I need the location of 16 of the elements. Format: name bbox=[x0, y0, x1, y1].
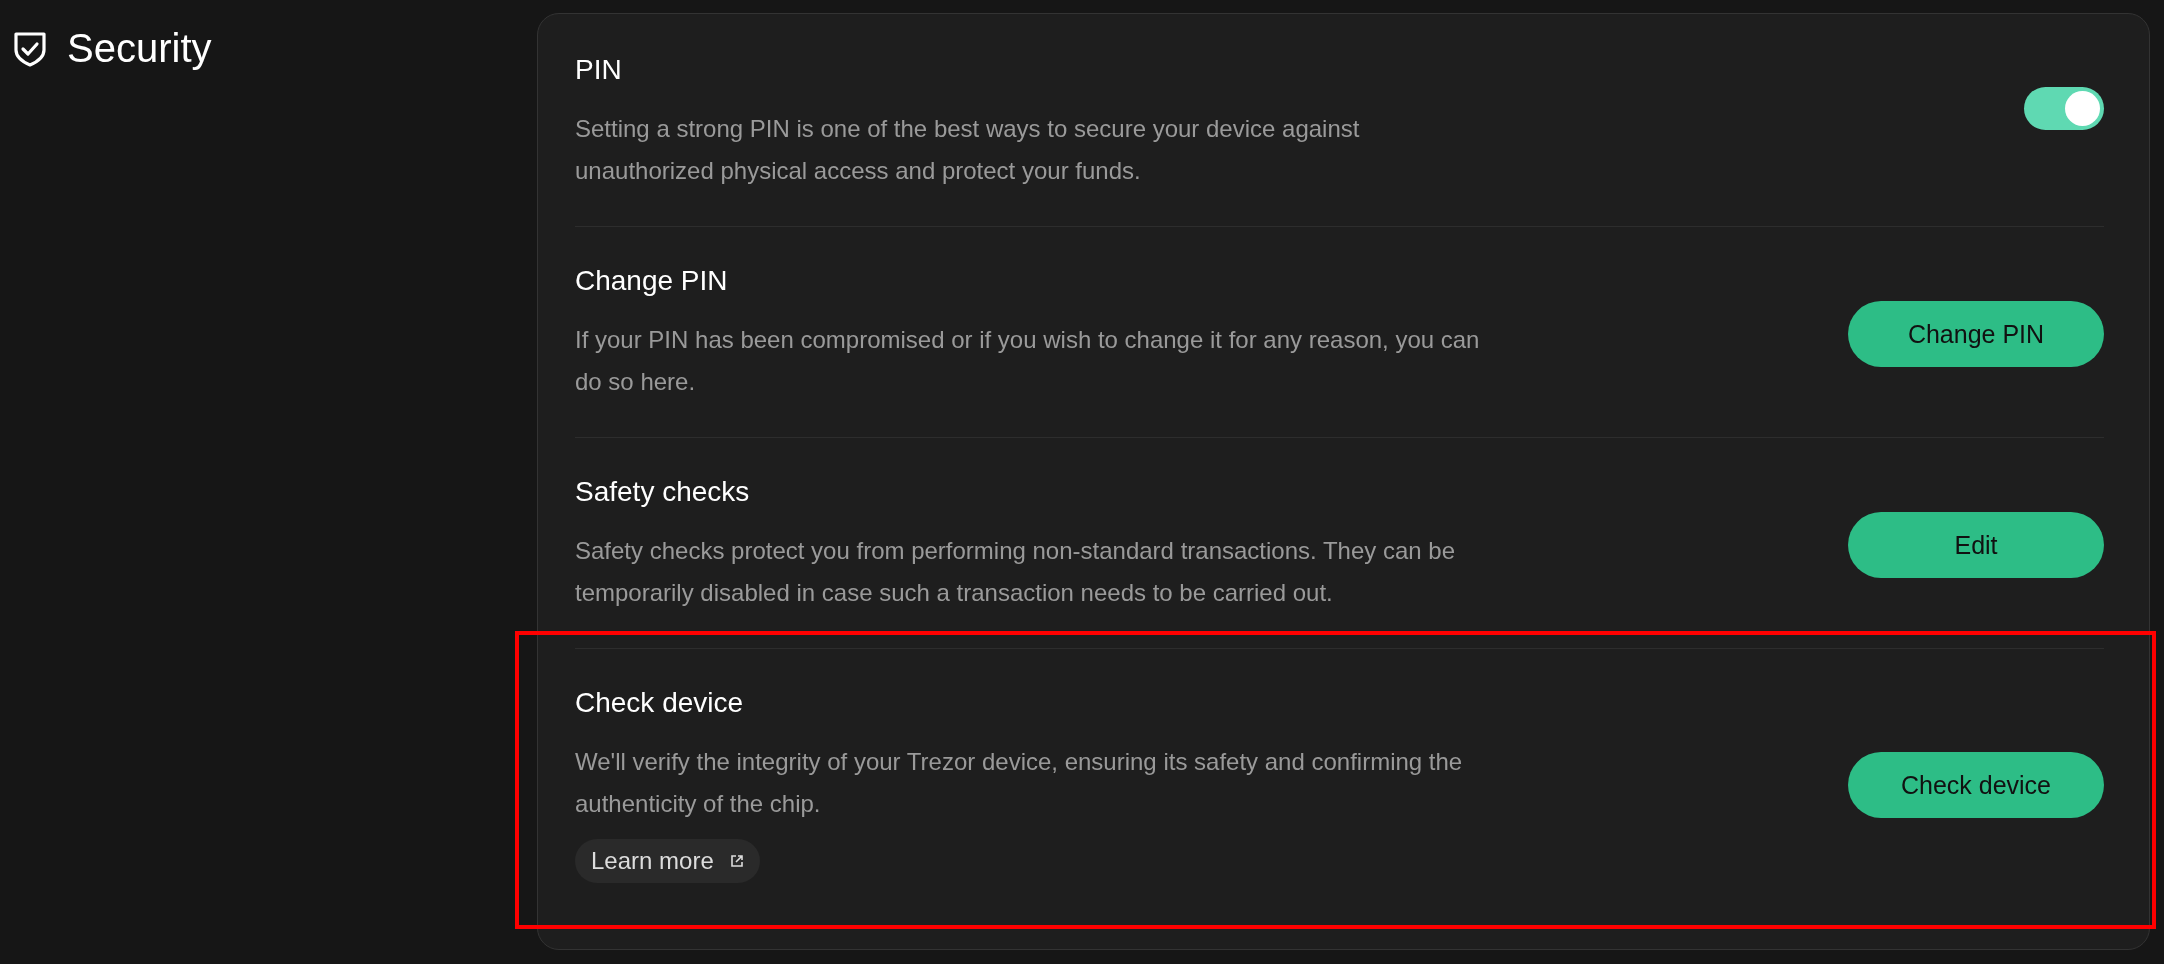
external-link-icon bbox=[729, 854, 744, 868]
section-description: Safety checks protect you from performing non-standard transactions. They can be temporarily disabled in case such a transaction needs to be carried out. bbox=[575, 536, 1456, 608]
page-title: Security bbox=[67, 26, 212, 71]
action-button[interactable]: Check device bbox=[1848, 752, 2104, 818]
section-title: Check device bbox=[575, 687, 744, 719]
section-title: PIN bbox=[575, 54, 622, 86]
section-description: We'll verify the integrity of your Trezor device, ensuring its safety and confirming the authenticity of the chip. bbox=[575, 747, 1464, 819]
toggle-switch[interactable] bbox=[2024, 86, 2104, 130]
section-description: Setting a strong PIN is one of the best ways to secure your device against unauthorized physical access and protect your funds. bbox=[575, 114, 1361, 186]
shield-check-icon bbox=[13, 30, 47, 67]
section-title: Change PIN bbox=[575, 265, 728, 297]
learn-more-link[interactable]: Learn more bbox=[575, 839, 760, 883]
section-title: Safety checks bbox=[575, 476, 750, 508]
action-button[interactable]: Change PIN bbox=[1848, 301, 2104, 367]
section-description: If your PIN has been compromised or if you wish to change it for any reason, you can do so here. bbox=[575, 325, 1481, 397]
action-button[interactable]: Edit bbox=[1848, 512, 2104, 578]
